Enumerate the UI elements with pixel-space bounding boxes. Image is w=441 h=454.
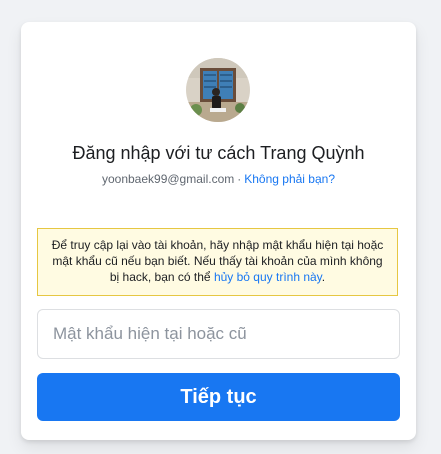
page-title: Đăng nhập với tư cách Trang Quỳnh [72, 143, 365, 163]
separator-dot: · [237, 172, 242, 186]
account-line: yoonbaek99@gmail.com · Không phải bạn? [21, 171, 416, 187]
notice-end: . [321, 270, 326, 284]
avatar [186, 58, 250, 122]
cancel-process-link[interactable]: hủy bỏ quy trình này [214, 270, 322, 284]
login-card: Đăng nhập với tư cách Trang Quỳnh yoonba… [21, 22, 416, 440]
account-email: yoonbaek99@gmail.com [101, 172, 235, 186]
continue-button[interactable]: Tiếp tục [37, 373, 400, 421]
not-you-link[interactable]: Không phải bạn? [244, 172, 335, 186]
password-input[interactable] [37, 309, 400, 359]
info-notice: Để truy cập lại vào tài khoản, hãy nhập … [37, 228, 398, 296]
avatar-photo [186, 58, 250, 122]
